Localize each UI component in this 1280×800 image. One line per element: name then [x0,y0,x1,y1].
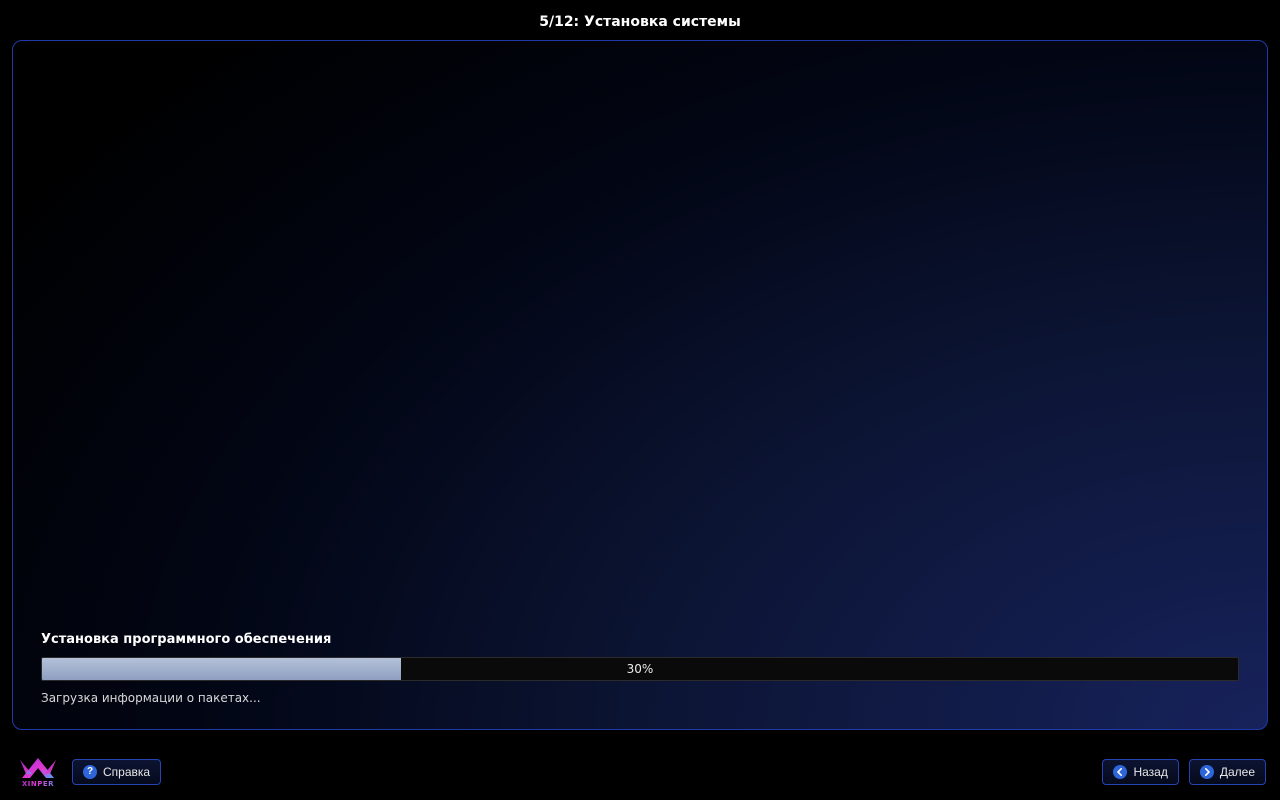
page-title: 5/12: Установка системы [0,0,1280,40]
arrow-right-icon [1200,765,1214,779]
footer-right: Назад Далее [1102,759,1266,785]
progress-status-text: Загрузка информации о пакетах... [41,691,1239,705]
back-button-label: Назад [1133,765,1167,779]
back-button[interactable]: Назад [1102,759,1178,785]
help-button[interactable]: ? Справка [72,759,161,785]
footer-bar: XINPER ? Справка Назад Далее [0,744,1280,800]
progress-percent-label: 30% [42,658,1238,680]
brand-logo: XINPER [14,754,62,790]
footer-left: XINPER ? Справка [14,754,161,790]
help-button-label: Справка [103,765,150,779]
next-button-label: Далее [1220,765,1255,779]
arrow-left-icon [1113,765,1127,779]
progress-section-title: Установка программного обеспечения [41,632,1239,647]
progress-block: Установка программного обеспечения 30% З… [41,632,1239,705]
help-icon: ? [83,765,97,779]
brand-logo-text: XINPER [14,780,62,788]
main-panel: Установка программного обеспечения 30% З… [12,40,1268,730]
progress-bar: 30% [41,657,1239,681]
brand-logo-icon [14,756,62,782]
next-button[interactable]: Далее [1189,759,1266,785]
